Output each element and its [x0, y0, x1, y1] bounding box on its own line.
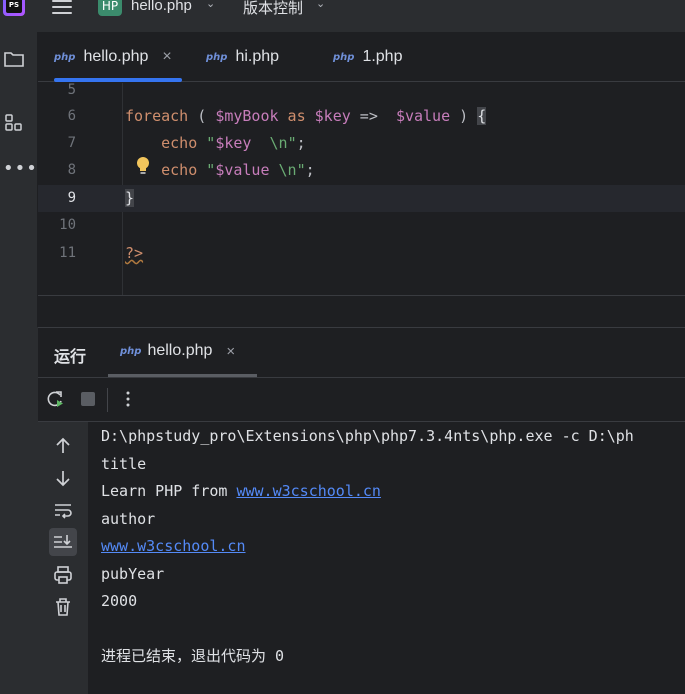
phpstorm-logo-icon[interactable]: PS	[3, 0, 25, 16]
code-line[interactable]: 6 foreach ( $myBook as $key => $value ) …	[38, 103, 685, 130]
console-side-toolbar	[38, 422, 88, 694]
project-badge[interactable]: HP	[98, 0, 122, 16]
app-logo-text: PS	[6, 0, 22, 13]
close-icon[interactable]: ×	[162, 48, 171, 66]
run-toolbar	[38, 378, 685, 422]
more-icon[interactable]: •••	[3, 158, 37, 180]
line-number: 6	[67, 108, 76, 124]
php-file-icon: php	[333, 51, 355, 63]
vcs-chevron-down-icon[interactable]: ⌄	[316, 0, 325, 10]
php-file-icon: php	[54, 51, 76, 63]
line-number: 5	[67, 82, 76, 98]
line-number: 10	[59, 217, 76, 233]
scroll-to-end-icon	[54, 535, 72, 548]
tab-label: 1.php	[362, 48, 403, 65]
arrow-down-icon[interactable]	[51, 466, 75, 490]
close-icon[interactable]: ×	[226, 343, 235, 360]
console-line: author	[101, 510, 156, 528]
php-file-icon: php	[120, 345, 142, 357]
tab-label: hello.php	[83, 48, 149, 65]
console-line: title	[101, 455, 147, 473]
folder-icon[interactable]	[3, 48, 25, 70]
console-command-line: D:\phpstudy_pro\Extensions\php\php7.3.4n…	[101, 427, 634, 445]
project-chevron-down-icon[interactable]: ⌄	[206, 0, 215, 10]
console-line: 2000	[101, 592, 138, 610]
code-line[interactable]: 5	[38, 77, 685, 104]
line-number: 8	[67, 162, 76, 178]
arrow-up-icon[interactable]	[51, 434, 75, 458]
structure-icon[interactable]	[3, 112, 25, 134]
code-editor[interactable]: 5 6 foreach ( $myBook as $key => $value …	[38, 82, 685, 295]
console-line: Learn PHP from www.w3cschool.cn	[101, 482, 381, 500]
left-panel-lower	[0, 327, 38, 694]
vcs-menu[interactable]: 版本控制	[243, 0, 303, 18]
process-exit-message: 进程已结束，退出代码为 0	[101, 647, 285, 665]
code-line[interactable]: 11 ?>	[38, 240, 685, 267]
run-title: 运行	[54, 347, 87, 366]
run-tab-underline	[108, 374, 257, 377]
tab-hi-php[interactable]: php hi.php	[206, 32, 279, 82]
print-icon[interactable]	[51, 563, 75, 587]
console-link[interactable]: www.w3cschool.cn	[236, 482, 381, 500]
console-line: www.w3cschool.cn	[101, 533, 246, 560]
code-line[interactable]: 10	[38, 212, 685, 239]
console-link[interactable]: www.w3cschool.cn	[101, 537, 246, 555]
php-file-icon: php	[206, 51, 228, 63]
tab-label: hi.php	[235, 48, 280, 65]
console-line: pubYear	[101, 565, 165, 583]
console-output[interactable]: D:\phpstudy_pro\Extensions\php\php7.3.4n…	[88, 422, 685, 694]
stop-icon[interactable]	[78, 389, 98, 409]
lightbulb-icon[interactable]	[136, 156, 150, 176]
trash-icon[interactable]	[51, 595, 75, 619]
line-number: 7	[67, 135, 76, 151]
code-line-current[interactable]: 9 }	[38, 185, 685, 212]
line-number: 9	[67, 190, 76, 206]
run-tool-window-header: 运行 php hello.php ×	[38, 327, 685, 378]
scroll-to-end-button[interactable]	[49, 528, 77, 556]
run-tab-label: hello.php	[147, 342, 213, 359]
more-vertical-icon[interactable]	[118, 389, 138, 409]
left-tool-strip: •••	[0, 32, 38, 327]
toolbar-separator	[107, 388, 108, 412]
tab-1-php[interactable]: php 1.php	[333, 32, 402, 82]
editor-tab-bar: php hello.php × php hi.php php 1.php	[38, 32, 685, 82]
tab-hello-php[interactable]: php hello.php ×	[54, 32, 182, 82]
run-tab-hello-php[interactable]: php hello.php ×	[120, 342, 235, 360]
project-name[interactable]: hello.php	[131, 0, 192, 14]
code-line[interactable]: 7 echo "$key \n";	[38, 130, 685, 157]
title-bar: PS HP hello.php ⌄ 版本控制 ⌄	[0, 0, 685, 32]
rerun-icon[interactable]	[45, 389, 65, 409]
editor-bottom-area	[38, 295, 685, 327]
line-number: 11	[59, 245, 76, 261]
main-menu-icon[interactable]	[52, 0, 72, 16]
soft-wrap-icon[interactable]	[51, 498, 75, 522]
